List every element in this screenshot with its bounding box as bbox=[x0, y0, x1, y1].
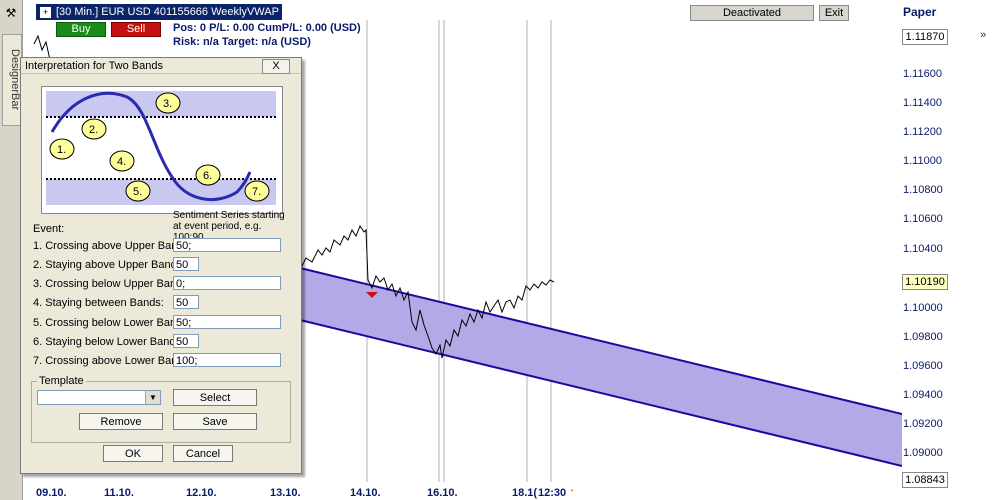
date-tick: 12:30 bbox=[538, 487, 567, 499]
close-button[interactable]: X bbox=[262, 59, 290, 74]
interpretation-dialog[interactable]: Interpretation for Two Bands X 1. 2. 3. … bbox=[20, 57, 302, 474]
designer-bar-label: DesignerBar bbox=[2, 34, 22, 126]
row-label: 2. Staying above Upper Band: bbox=[33, 259, 180, 271]
ok-button[interactable]: OK bbox=[103, 445, 163, 462]
save-button[interactable]: Save bbox=[173, 413, 257, 430]
callout-label: 5. bbox=[133, 186, 142, 198]
chart-title: [30 Min.] EUR USD 401155666 WeeklyVWAP bbox=[56, 6, 279, 18]
template-legend: Template bbox=[37, 375, 86, 387]
price-tick: 1.09200 bbox=[903, 418, 943, 430]
close-icon: X bbox=[272, 60, 280, 72]
date-tick: 14.10. bbox=[350, 487, 381, 499]
select-button[interactable]: Select bbox=[173, 389, 257, 406]
crossing-below-lower-input[interactable]: 50; bbox=[173, 315, 281, 329]
price-bottom-box: 1.08843 bbox=[902, 472, 948, 488]
tools-icon[interactable]: ⚒ bbox=[4, 6, 18, 20]
staying-below-lower-input[interactable]: 50 bbox=[173, 334, 199, 348]
position-info: Pos: 0 P/L: 0.00 CumP/L: 0.00 (USD) bbox=[173, 22, 361, 34]
date-tick: 11.10. bbox=[104, 487, 134, 499]
band-fill bbox=[300, 268, 902, 466]
date-tick: 12.10. bbox=[186, 487, 217, 499]
date-tick: 16.10. bbox=[427, 487, 458, 499]
cancel-button[interactable]: Cancel bbox=[173, 445, 233, 462]
row-label: 1. Crossing above Upper Band: bbox=[33, 240, 187, 252]
two-bands-illustration: 1. 2. 3. 4. 5. 6. 7. bbox=[41, 86, 283, 214]
price-tick: 1.11600 bbox=[903, 68, 942, 80]
price-tick: 1.10000 bbox=[903, 302, 943, 314]
callout-label: 6. bbox=[203, 170, 212, 182]
row-label: 4. Staying between Bands: bbox=[33, 297, 164, 309]
crossing-below-upper-input[interactable]: 0; bbox=[173, 276, 281, 290]
price-tick: 1.09800 bbox=[903, 331, 943, 343]
callout-label: 3. bbox=[163, 98, 172, 110]
expand-icon[interactable]: + bbox=[40, 6, 51, 18]
row-label: 7. Crossing above Lower Band: bbox=[33, 355, 187, 367]
callout-label: 4. bbox=[117, 156, 126, 168]
price-tick: 1.10800 bbox=[903, 184, 943, 196]
price-tick: 1.09000 bbox=[903, 447, 943, 459]
dialog-title: Interpretation for Two Bands bbox=[21, 58, 301, 74]
risk-info: Risk: n/a Target: n/a (USD) bbox=[173, 36, 311, 48]
paper-label: Paper bbox=[903, 5, 937, 19]
chart-title-box[interactable]: + [30 Min.] EUR USD 401155666 WeeklyVWAP bbox=[36, 4, 282, 20]
row-label: 3. Crossing below Upper Band: bbox=[33, 278, 186, 290]
buy-button[interactable]: Buy bbox=[56, 22, 106, 37]
remove-button[interactable]: Remove bbox=[79, 413, 163, 430]
double-chevron-icon[interactable]: » bbox=[980, 29, 986, 41]
date-tick: 18.1( bbox=[512, 487, 538, 499]
current-price-box: 1.10190 bbox=[902, 274, 948, 290]
lower-band-strip bbox=[46, 179, 276, 205]
price-tick: 1.10600 bbox=[903, 213, 943, 225]
template-select[interactable]: ▼ bbox=[37, 390, 161, 405]
price-tick: 1.09400 bbox=[903, 389, 943, 401]
callout-label: 7. bbox=[252, 186, 261, 198]
price-top-box: 1.11870 bbox=[902, 29, 948, 45]
clock-icon: ◔ bbox=[568, 486, 575, 497]
staying-between-input[interactable]: 50 bbox=[173, 295, 199, 309]
exit-button[interactable]: Exit bbox=[819, 5, 849, 21]
crossing-above-upper-input[interactable]: 50; bbox=[173, 238, 281, 252]
row-label: 5. Crossing below Lower Band: bbox=[33, 317, 186, 329]
chevron-down-icon[interactable]: ▼ bbox=[145, 391, 160, 404]
event-header: Event: bbox=[33, 223, 65, 235]
price-tick: 1.11400 bbox=[903, 97, 942, 109]
date-tick: 13.10. bbox=[270, 487, 301, 499]
price-tick: 1.10400 bbox=[903, 243, 943, 255]
price-tick: 1.11000 bbox=[903, 155, 942, 167]
staying-above-upper-input[interactable]: 50 bbox=[173, 257, 199, 271]
date-tick: 09.10. bbox=[36, 487, 67, 499]
crossing-above-lower-input[interactable]: 100; bbox=[173, 353, 281, 367]
price-tick: 1.09600 bbox=[903, 360, 943, 372]
sell-button[interactable]: Sell bbox=[111, 22, 161, 37]
deactivated-button[interactable]: Deactivated bbox=[690, 5, 814, 21]
callout-label: 1. bbox=[57, 144, 66, 156]
callout-label: 2. bbox=[89, 124, 98, 136]
price-tick: 1.11200 bbox=[903, 126, 942, 138]
row-label: 6. Staying below Lower Band: bbox=[33, 336, 179, 348]
